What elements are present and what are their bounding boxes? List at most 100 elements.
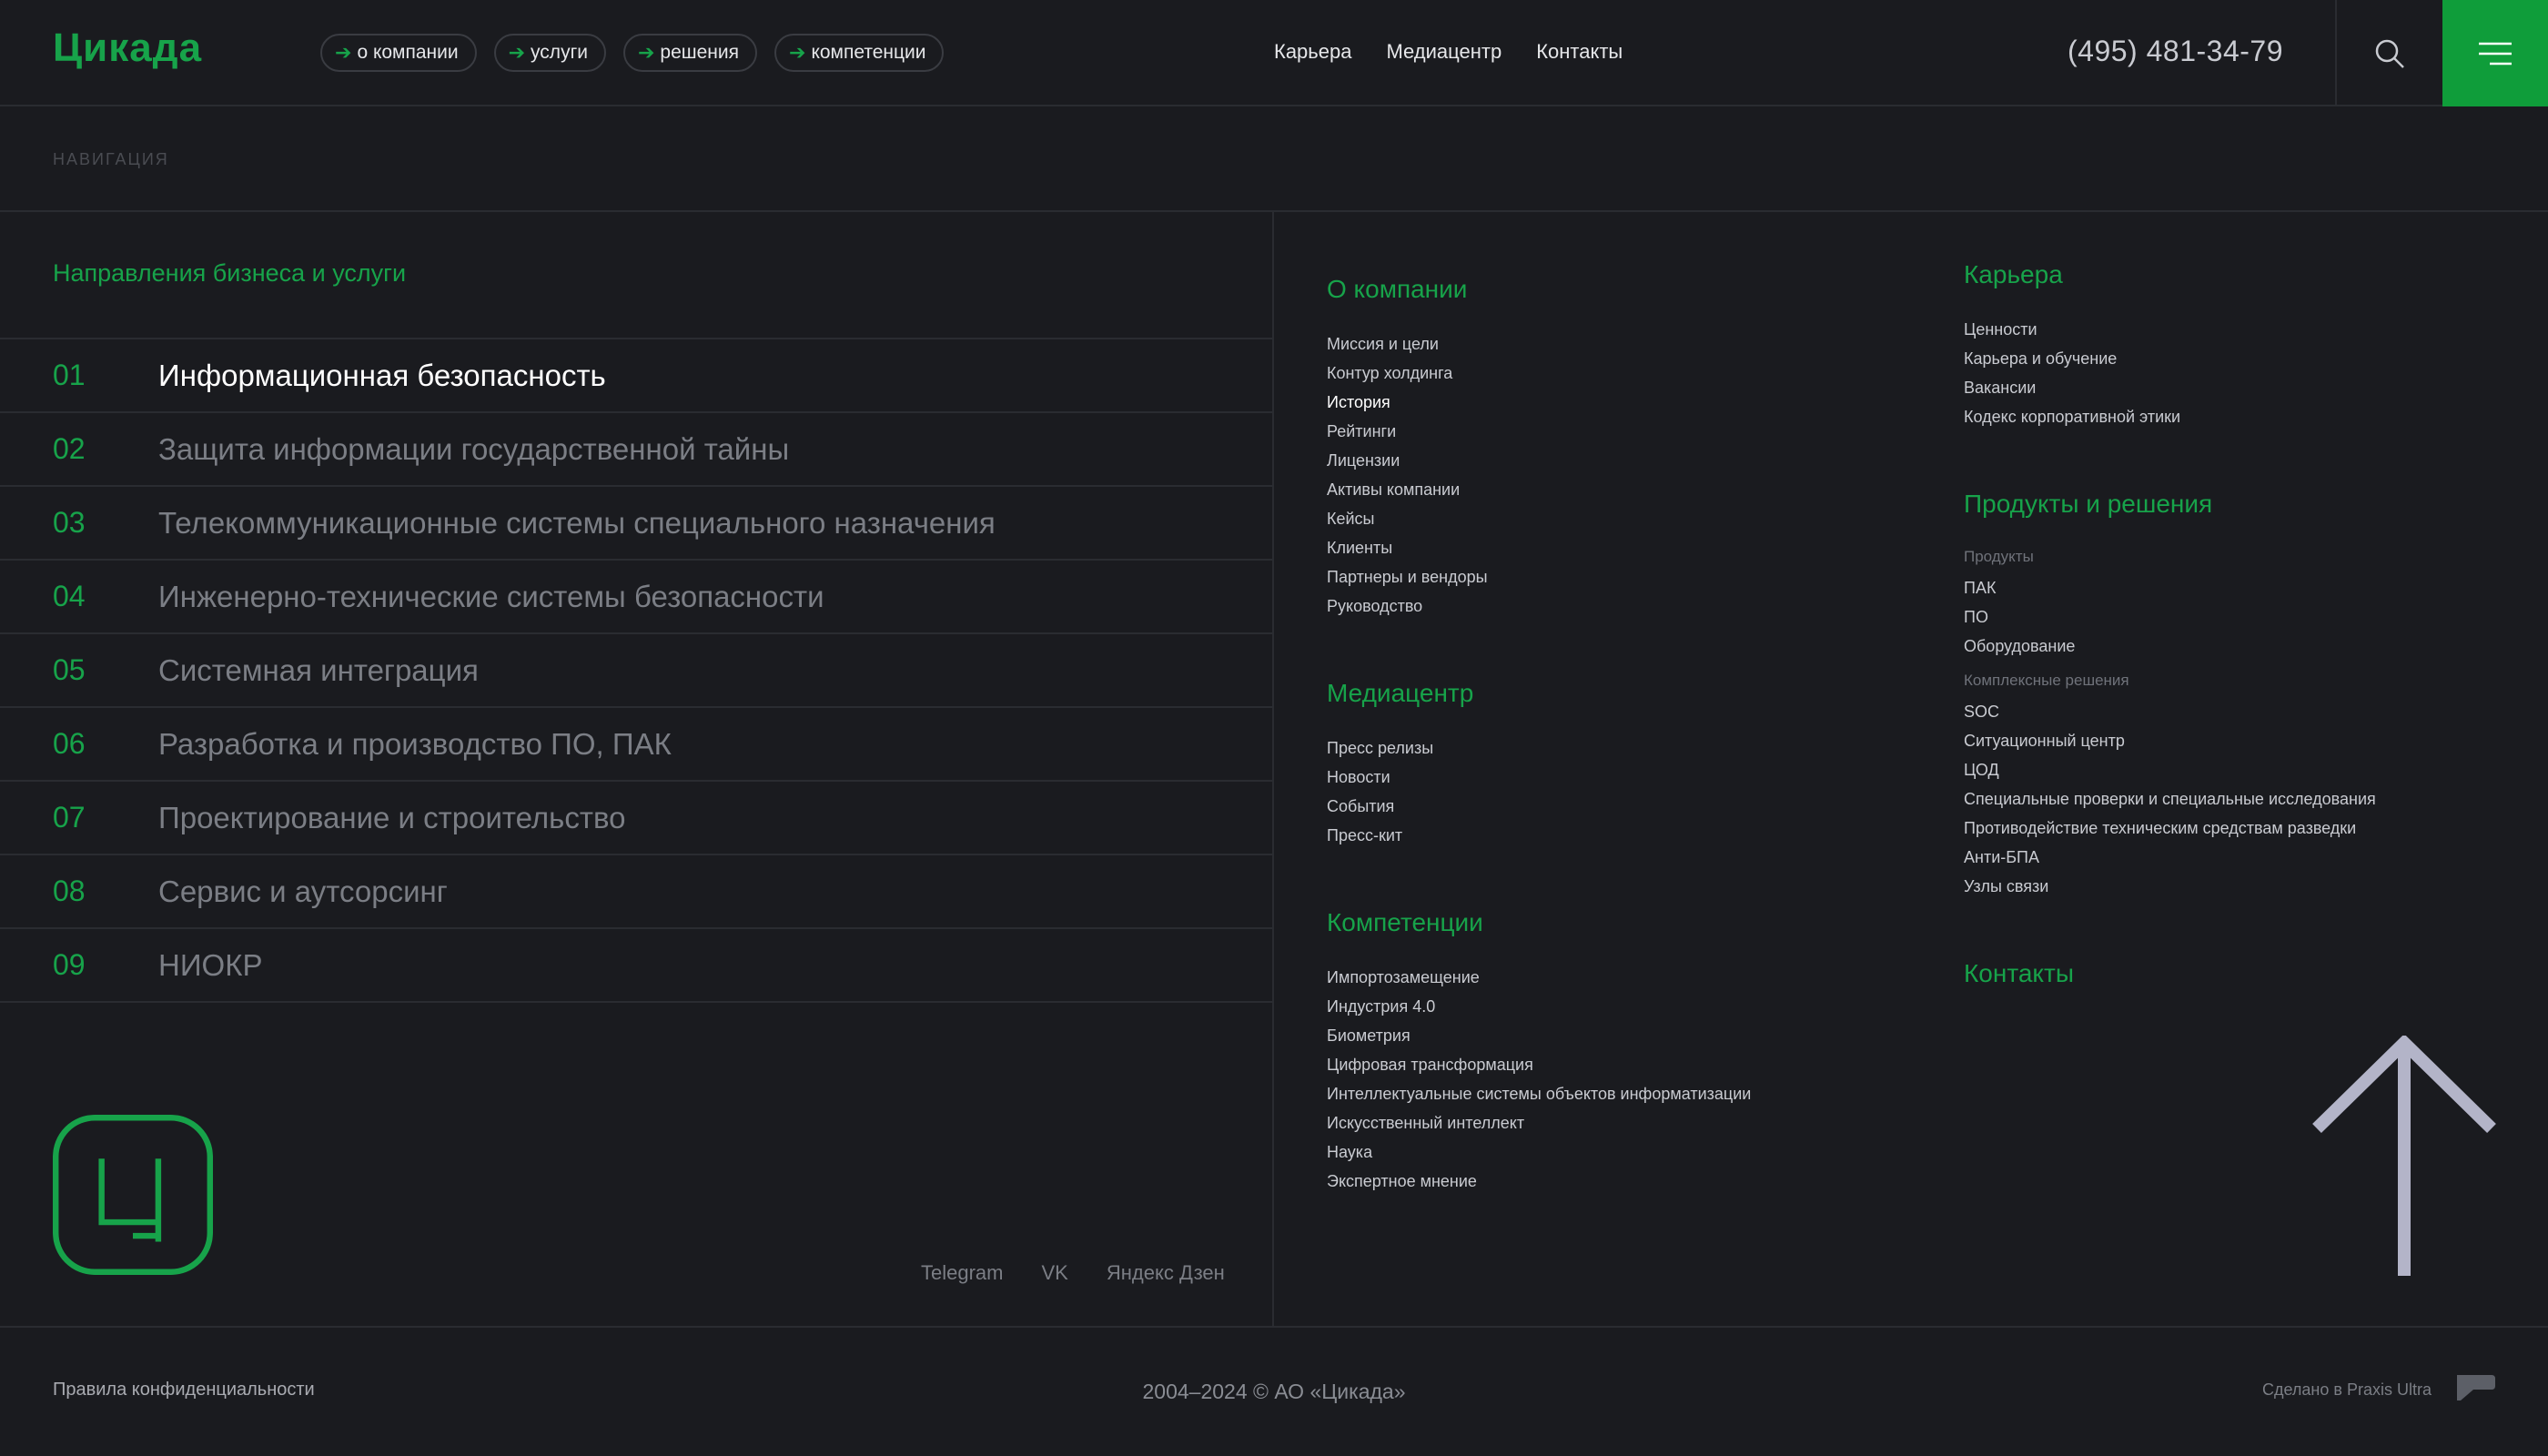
- business-directions-panel: Направления бизнеса и услуги 01 Информаци…: [0, 212, 1274, 1326]
- menu-link[interactable]: ЦОД: [1964, 755, 2376, 784]
- pill-competencies[interactable]: ➔ компетенции: [774, 34, 945, 72]
- praxis-logo-icon[interactable]: [2455, 1371, 2497, 1402]
- brand-mark-icon: [53, 1115, 213, 1275]
- direction-label: Телекоммуникационные системы специальног…: [158, 505, 996, 540]
- menu-link[interactable]: Интеллектуальные системы объектов информ…: [1327, 1079, 1751, 1108]
- menu-link[interactable]: Рейтинги: [1327, 417, 1751, 446]
- menu-link[interactable]: Лицензии: [1327, 446, 1751, 475]
- menu-column-2: Карьера Ценности Карьера и обучение Вака…: [1964, 260, 2376, 1046]
- menu-link[interactable]: Импортозамещение: [1327, 963, 1751, 992]
- menu-link[interactable]: Ситуационный центр: [1964, 726, 2376, 755]
- direction-number: 02: [53, 432, 86, 465]
- menu-link[interactable]: Вакансии: [1964, 373, 2376, 402]
- phone-number[interactable]: (495) 481-34-79: [2068, 35, 2283, 68]
- social-vk[interactable]: VK: [1041, 1261, 1067, 1285]
- direction-item[interactable]: 05 Системная интеграция: [0, 634, 1274, 708]
- menu-link[interactable]: ПО: [1964, 602, 2376, 632]
- site-header: Цикада ➔ о компании ➔ услуги ➔ решения ➔ ком…: [0, 0, 2548, 106]
- direction-label: Информационная безопасность: [158, 358, 606, 392]
- menu-link[interactable]: Искусственный интеллект: [1327, 1108, 1751, 1138]
- menu-link[interactable]: Кейсы: [1327, 504, 1751, 533]
- direction-item[interactable]: 02 Защита информации государственной тайн…: [0, 413, 1274, 487]
- logo[interactable]: Цикада: [53, 25, 202, 71]
- nav-contacts[interactable]: Контакты: [1536, 40, 1623, 64]
- menu-link[interactable]: Экспертное мнение: [1327, 1167, 1751, 1196]
- menu-link[interactable]: Биометрия: [1327, 1021, 1751, 1050]
- search-button[interactable]: [2335, 0, 2442, 106]
- menu-button[interactable]: [2442, 0, 2548, 106]
- direction-item[interactable]: 03 Телекоммуникационные системы специальн…: [0, 487, 1274, 561]
- menu-link[interactable]: Наука: [1327, 1138, 1751, 1167]
- pill-about[interactable]: ➔ о компании: [320, 34, 477, 72]
- menu-link[interactable]: SOC: [1964, 697, 2376, 726]
- contacts-title[interactable]: Контакты: [1964, 959, 2376, 988]
- direction-item[interactable]: 08 Сервис и аутсорсинг: [0, 855, 1274, 929]
- nav-media[interactable]: Медиацентр: [1386, 40, 1502, 64]
- menu-link[interactable]: Специальные проверки и специальные иссле…: [1964, 784, 2376, 814]
- menu-link[interactable]: Активы компании: [1327, 475, 1751, 504]
- menu-link[interactable]: Ценности: [1964, 315, 2376, 344]
- menu-link[interactable]: Партнеры и вендоры: [1327, 562, 1751, 592]
- arrow-right-icon: ➔: [789, 41, 806, 64]
- menu-link[interactable]: Узлы связи: [1964, 872, 2376, 901]
- menu-link[interactable]: События: [1327, 792, 1751, 821]
- menu-link[interactable]: Контур холдинга: [1327, 359, 1751, 388]
- direction-item[interactable]: 01 Информационная безопасность: [0, 339, 1274, 413]
- direction-label: Сервис и аутсорсинг: [158, 874, 448, 908]
- menu-link[interactable]: Пресс релизы: [1327, 733, 1751, 763]
- pill-label: услуги: [531, 42, 588, 63]
- solutions-subheading: Комплексные решения: [1964, 672, 2129, 689]
- media-title[interactable]: Медиацентр: [1327, 679, 1751, 708]
- direction-label: Системная интеграция: [158, 652, 479, 687]
- direction-number: 07: [53, 801, 86, 834]
- direction-number: 04: [53, 580, 86, 612]
- about-block: О компании Миссия и цели Контур холдинга…: [1327, 275, 1751, 621]
- menu-link[interactable]: Новости: [1327, 763, 1751, 792]
- direction-label: Проектирование и строительство: [158, 800, 626, 834]
- menu-link[interactable]: Карьера и обучение: [1964, 344, 2376, 373]
- pill-label: решения: [660, 42, 739, 63]
- direction-number: 01: [53, 359, 86, 391]
- direction-item[interactable]: 07 Проектирование и строительство: [0, 782, 1274, 855]
- direction-label: Разработка и производство ПО, ПАК: [158, 726, 672, 761]
- social-links: Telegram VK Яндекс Дзен: [921, 1261, 1225, 1285]
- direction-item[interactable]: 06 Разработка и производство ПО, ПАК: [0, 708, 1274, 782]
- products-title[interactable]: Продукты и решения: [1964, 490, 2376, 519]
- menu-link[interactable]: Пресс-кит: [1327, 821, 1751, 850]
- competencies-title[interactable]: Компетенции: [1327, 908, 1751, 937]
- menu-link[interactable]: Противодействие техническим средствам ра…: [1964, 814, 2376, 843]
- menu-link[interactable]: ПАК: [1964, 573, 2376, 602]
- social-telegram[interactable]: Telegram: [921, 1261, 1003, 1285]
- menu-link[interactable]: Миссия и цели: [1327, 329, 1751, 359]
- menu-link[interactable]: Кодекс корпоративной этики: [1964, 402, 2376, 431]
- made-by-link[interactable]: Сделано в Praxis Ultra: [2262, 1380, 2432, 1400]
- social-dzen[interactable]: Яндекс Дзен: [1107, 1261, 1225, 1285]
- nav-strip-label: НАВИГАЦИЯ: [53, 150, 169, 168]
- menu-link[interactable]: Индустрия 4.0: [1327, 992, 1751, 1021]
- about-title[interactable]: О компании: [1327, 275, 1751, 304]
- nav-strip: НАВИГАЦИЯ: [0, 106, 2548, 212]
- menu-column-1: О компании Миссия и цели Контур холдинга…: [1327, 275, 1751, 1254]
- scroll-top-arrow-icon[interactable]: [2311, 1036, 2497, 1278]
- career-title[interactable]: Карьера: [1964, 260, 2376, 289]
- direction-label: НИОКР: [158, 947, 263, 982]
- menu-link[interactable]: Анти-БПА: [1964, 843, 2376, 872]
- menu-link[interactable]: Оборудование: [1964, 632, 2376, 661]
- pill-services[interactable]: ➔ услуги: [493, 34, 606, 72]
- direction-item[interactable]: 04 Инженерно-технические системы безопасн…: [0, 561, 1274, 634]
- directions-list: 01 Информационная безопасность 02 Защита и…: [0, 338, 1274, 1003]
- menu-link[interactable]: Руководство: [1327, 592, 1751, 621]
- pill-label: о компании: [357, 42, 459, 63]
- direction-number: 08: [53, 875, 86, 907]
- menu-link[interactable]: Клиенты: [1327, 533, 1751, 562]
- menu-link[interactable]: История: [1327, 388, 1751, 417]
- products-subheading: Продукты: [1964, 548, 2034, 565]
- direction-label: Защита информации государственной тайны: [158, 431, 790, 466]
- copyright: 2004–2024 © АО «Цикада»: [1142, 1380, 1406, 1403]
- direction-item[interactable]: 09 НИОКР: [0, 929, 1274, 1003]
- pill-solutions[interactable]: ➔ решения: [622, 34, 757, 72]
- nav-career[interactable]: Карьера: [1274, 40, 1351, 64]
- menu-link[interactable]: Цифровая трансформация: [1327, 1050, 1751, 1079]
- direction-number: 05: [53, 653, 86, 686]
- media-block: Медиацентр Пресс релизы Новости События …: [1327, 679, 1751, 850]
